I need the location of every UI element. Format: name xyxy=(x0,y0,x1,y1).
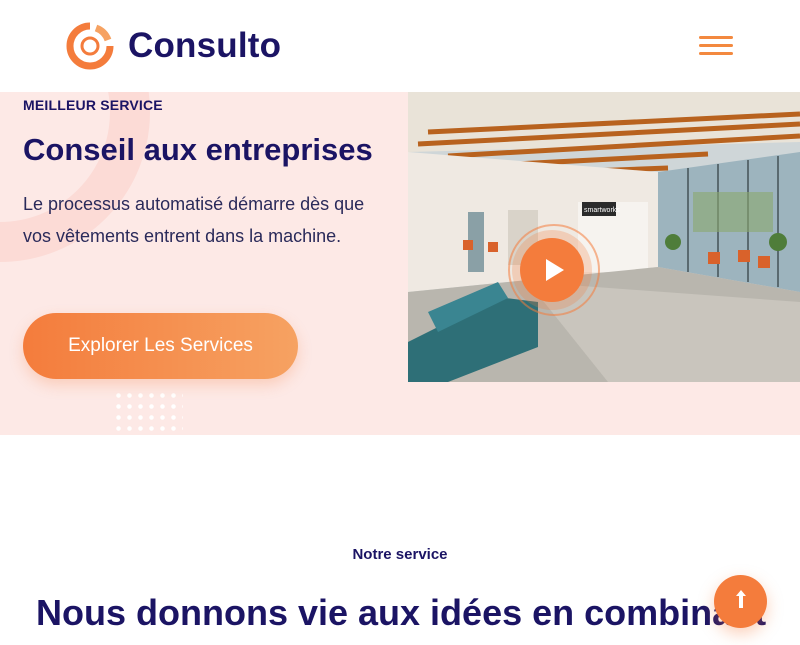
hero-section: MEILLEUR SERVICE Conseil aux entreprises… xyxy=(0,92,800,435)
hero-title: Conseil aux entreprises xyxy=(23,132,373,167)
hero-description: Le processus automatisé démarre dès que … xyxy=(23,194,365,246)
decorative-dot-grid xyxy=(113,390,183,435)
menu-bar xyxy=(699,52,733,55)
play-icon xyxy=(545,259,564,281)
menu-bar xyxy=(699,44,733,47)
section-kicker: Notre service xyxy=(352,546,448,563)
brand-name: Consulto xyxy=(128,26,282,65)
arrow-up-icon xyxy=(733,588,749,615)
consulto-ring-logo-icon xyxy=(66,22,114,70)
office-sign-text: smartworks xyxy=(584,207,620,214)
hamburger-menu-icon[interactable] xyxy=(699,35,733,59)
hero-eyebrow: MEILLEUR SERVICE xyxy=(23,97,163,113)
office-photo: smartworks xyxy=(408,92,800,382)
site-header: Consulto xyxy=(0,0,800,92)
section-title: Nous donnons vie aux idées en combinant xyxy=(36,592,767,633)
menu-bar xyxy=(699,36,733,39)
explore-services-button[interactable]: Explorer Les Services xyxy=(23,313,298,379)
scroll-to-top-button[interactable] xyxy=(714,575,767,628)
brand-logo[interactable]: Consulto xyxy=(66,22,281,70)
play-video-button[interactable] xyxy=(520,238,584,302)
